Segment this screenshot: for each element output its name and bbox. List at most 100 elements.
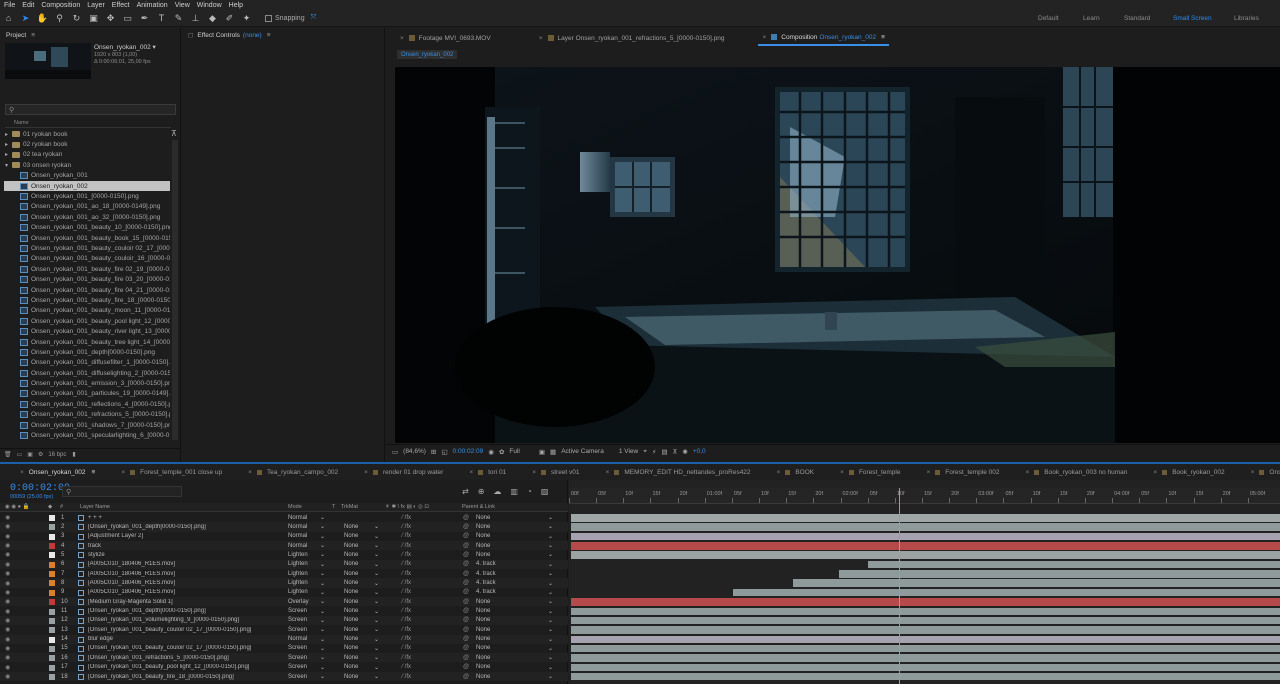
list-item[interactable]: Onsen_ryokan_001_beauty_couloir 02_17_[0… — [4, 243, 170, 253]
fast-preview-icon[interactable]: ⚡ — [652, 448, 657, 456]
close-tab-icon[interactable]: × — [1153, 469, 1157, 476]
menu-item-window[interactable]: Window — [197, 2, 222, 9]
trash-icon[interactable]: 🗑 — [4, 451, 12, 458]
visibility-icon[interactable]: ◉ — [5, 580, 10, 587]
list-item[interactable]: Onsen_ryokan_001_beauty_fire_18_[0000-01… — [4, 295, 170, 305]
layer-name[interactable]: [Onsen_ryokan_001_volumelighting_9_[0000… — [88, 617, 239, 623]
pick-whip-icon[interactable]: @ — [463, 655, 469, 661]
draft-3d-icon[interactable]: ⊕ — [478, 487, 485, 496]
composition-breadcrumb[interactable]: Onsen_ryokan_002 — [397, 50, 458, 59]
switches-column-icon[interactable]: ☀ ✱ \ fx ▤ ◐ ◎ ⊡ — [385, 504, 429, 510]
menu-item-file[interactable]: File — [4, 2, 15, 9]
layer-switches[interactable]: ⁄ /fx — [402, 524, 411, 530]
exposure-icon[interactable]: ✺ — [682, 448, 687, 456]
close-tab-icon[interactable]: × — [364, 469, 368, 476]
workspace-learn[interactable]: Learn — [1083, 10, 1100, 27]
snapshot-icon[interactable]: ◉ — [488, 448, 494, 456]
workspace-small-screen[interactable]: Small Screen — [1173, 10, 1212, 27]
list-item[interactable]: Onsen_ryokan_001_diffusefilter_1_[0000-0… — [4, 358, 170, 368]
current-time-display[interactable]: 0:00:02:09 — [453, 448, 484, 455]
parent-dropdown[interactable]: None — [476, 645, 490, 651]
hand-tool-icon[interactable]: ✋ — [36, 12, 49, 25]
pick-whip-icon[interactable]: @ — [463, 533, 469, 539]
label-color-swatch[interactable] — [49, 552, 55, 559]
parent-dropdown[interactable]: None — [476, 655, 490, 661]
visibility-icon[interactable]: ◉ — [5, 617, 10, 624]
new-folder-icon[interactable]: ▭ — [17, 451, 23, 458]
layer-duration-bar[interactable] — [571, 616, 1280, 625]
list-item[interactable]: Onsen_ryokan_001_beauty_pool light_12_[0… — [4, 316, 170, 326]
layer-duration-bar[interactable] — [571, 542, 1280, 550]
delete-icon[interactable]: ▮ — [72, 451, 75, 458]
layer-name[interactable]: [Onsen_ryokan_001_beauty_couloir 02_17_[… — [88, 627, 251, 633]
visibility-icon[interactable]: ◉ — [5, 570, 10, 577]
parent-dropdown[interactable]: 4. track — [476, 571, 496, 577]
layer-name[interactable]: [Onsen_ryokan_001_depth[0000-0150].png] — [88, 524, 206, 530]
pick-whip-icon[interactable]: @ — [463, 543, 469, 549]
table-row[interactable]: ◉ 14 blur edge Normal ⌄ None ⌄ ⁄ /fx @ None ⌄ — [0, 634, 568, 644]
flowchart-icon[interactable]: ⊼ — [673, 448, 678, 456]
selected-item-name[interactable]: Onsen_ryokan_002 ▾ — [94, 44, 180, 52]
list-item[interactable]: Onsen_ryokan_001_ao_18_[0000-0149].png — [4, 202, 170, 212]
pick-whip-icon[interactable]: @ — [463, 589, 469, 595]
close-tab-icon[interactable]: × — [532, 469, 536, 476]
layer-switches[interactable]: ⁄ /fx — [402, 599, 411, 605]
parent-dropdown[interactable]: None — [476, 627, 490, 633]
close-tab-icon[interactable]: × — [926, 469, 930, 476]
visibility-icon[interactable]: ◉ — [5, 561, 10, 568]
timeline-tab[interactable]: × Book_ryokan_002 — [1153, 469, 1224, 476]
layer-name-column[interactable]: Layer Name — [80, 504, 110, 510]
project-scrollbar[interactable] — [172, 140, 178, 440]
table-row[interactable]: ◉ 1 + + + Normal ⌄ ⁄ /fx @ None ⌄ — [0, 513, 568, 522]
layer-duration-bar[interactable] — [571, 644, 1280, 653]
disclosure-icon[interactable]: ▾ — [5, 162, 12, 169]
layer-switches[interactable]: ⁄ /fx — [402, 533, 411, 539]
timeline-timecode[interactable]: 0:00:02:09 — [10, 483, 70, 494]
table-row[interactable]: ◉ 5 stylize Lighten ⌄ None ⌄ ⁄ /fx @ None ⌄ — [0, 550, 568, 559]
close-tab-icon[interactable]: × — [248, 469, 252, 476]
channel-icon[interactable]: ✿ — [499, 448, 504, 456]
preserve-transparency-column[interactable]: T — [332, 504, 335, 510]
rotate-tool-icon[interactable]: ↻ — [70, 12, 83, 25]
visibility-icon[interactable]: ◉ — [5, 589, 10, 596]
parent-dropdown[interactable]: None — [476, 608, 490, 614]
parent-dropdown[interactable]: None — [476, 515, 490, 521]
type-tool-icon[interactable]: T — [155, 12, 168, 25]
folder-item[interactable]: ▸ 02 tea ryokan — [4, 150, 170, 160]
layer-name[interactable]: [A005C010_180406_R1ES.mov] — [88, 561, 175, 567]
layer-switches[interactable]: ⁄ /fx — [402, 655, 411, 661]
list-item[interactable]: Onsen_ryokan_001_beauty_fire 04_21_[0000… — [4, 285, 170, 295]
folder-item[interactable]: ▸ 01 ryokan book — [4, 129, 170, 139]
parent-dropdown[interactable]: None — [476, 674, 490, 680]
layer-switches[interactable]: ⁄ /fx — [402, 552, 411, 558]
close-tab-icon[interactable]: × — [840, 469, 844, 476]
table-row[interactable]: ◉ 13 [Onsen_ryokan_001_beauty_couloir 02_1… — [0, 625, 568, 634]
list-item[interactable]: Onsen_ryokan_001_beauty_moon_11_[0000-01… — [4, 306, 170, 316]
label-column-icon[interactable]: ◆ — [48, 504, 52, 510]
layer-name[interactable]: stylize — [88, 552, 105, 558]
layer-name[interactable]: blur edge — [88, 636, 113, 642]
clone-stamp-tool-icon[interactable]: ⊥ — [189, 12, 202, 25]
layer-duration-bar[interactable] — [733, 588, 1280, 597]
layer-switches[interactable]: ⁄ /fx — [402, 608, 411, 614]
trkmat-dropdown[interactable]: None — [344, 655, 358, 661]
trkmat-dropdown[interactable]: None — [344, 571, 358, 577]
layer-duration-bar[interactable] — [867, 560, 1280, 569]
bit-depth-label[interactable]: 16 bpc — [48, 452, 66, 458]
list-item[interactable]: Onsen_ryokan_001_depth[0000-0150].png — [4, 347, 170, 357]
trkmat-dropdown[interactable]: None — [344, 617, 358, 623]
label-color-swatch[interactable] — [49, 524, 55, 531]
close-tab-icon[interactable]: × — [606, 469, 610, 476]
layer-switches[interactable]: ⁄ /fx — [402, 561, 411, 567]
trkmat-dropdown[interactable]: None — [344, 645, 358, 651]
parent-dropdown[interactable]: 4. track — [476, 589, 496, 595]
panel-menu-icon[interactable]: ≡ — [31, 32, 35, 39]
trkmat-dropdown[interactable]: None — [344, 608, 358, 614]
parent-dropdown[interactable]: None — [476, 664, 490, 670]
timeline-tab[interactable]: × Forest_temple 002 — [926, 469, 999, 476]
table-row[interactable]: ◉ 9 [A005C010_180406_R1ES.mov] Lighten ⌄ None… — [0, 588, 568, 597]
frame-blending-icon[interactable]: ▥ — [510, 487, 518, 496]
list-item[interactable]: Onsen_ryokan_001_beauty_fire 03_20_[0000… — [4, 274, 170, 284]
trkmat-dropdown[interactable]: None — [344, 580, 358, 586]
close-tab-icon[interactable]: × — [20, 469, 24, 476]
